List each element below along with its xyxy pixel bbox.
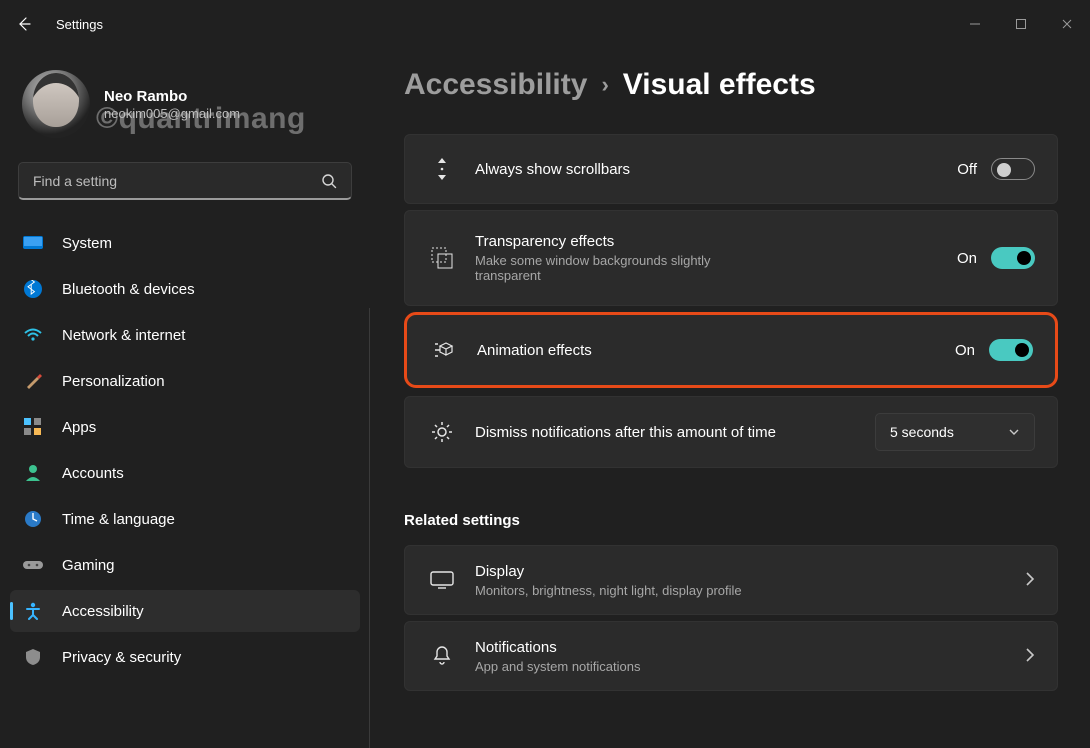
setting-title: Notifications: [475, 639, 1017, 656]
clock-globe-icon: [22, 510, 44, 528]
setting-subtitle: Make some window backgrounds slightly tr…: [475, 253, 775, 283]
person-icon: [22, 464, 44, 482]
brightness-icon: [425, 420, 459, 444]
bluetooth-icon: [22, 280, 44, 298]
setting-subtitle: Monitors, brightness, night light, displ…: [475, 583, 1017, 598]
gamepad-icon: [22, 558, 44, 572]
nav-time[interactable]: Time & language: [10, 498, 360, 540]
sidebar: Neo Rambo neokim005@gmail.com System Blu…: [0, 48, 370, 748]
search-icon: [321, 173, 337, 189]
chevron-right-icon: [1025, 571, 1035, 590]
nav-apps[interactable]: Apps: [10, 406, 360, 448]
monitor-icon: [22, 236, 44, 250]
scrollbars-toggle[interactable]: [991, 158, 1035, 180]
minimize-icon: [969, 18, 981, 30]
setting-transparency[interactable]: Transparency effects Make some window ba…: [404, 210, 1058, 306]
toggle-state: On: [957, 250, 977, 267]
setting-scrollbars[interactable]: Always show scrollbars Off: [404, 134, 1058, 204]
toggle-state: On: [955, 342, 975, 359]
accessibility-icon: [22, 602, 44, 620]
select-value: 5 seconds: [890, 424, 954, 440]
bell-icon: [425, 645, 459, 667]
nav-gaming[interactable]: Gaming: [10, 544, 360, 586]
toggle-state: Off: [957, 161, 977, 178]
transparency-icon: [425, 247, 459, 269]
setting-title: Animation effects: [477, 342, 955, 359]
maximize-button[interactable]: [998, 8, 1044, 40]
setting-title: Display: [475, 563, 1017, 580]
chevron-right-icon: ›: [601, 72, 608, 98]
chevron-down-icon: [1008, 426, 1020, 438]
scrollbar-icon: [425, 156, 459, 182]
animation-icon: [427, 340, 461, 360]
dismiss-time-select[interactable]: 5 seconds: [875, 413, 1035, 451]
setting-subtitle: App and system notifications: [475, 659, 1017, 674]
display-icon: [425, 571, 459, 589]
setting-title: Always show scrollbars: [475, 161, 957, 178]
avatar: [22, 70, 90, 138]
window-controls: [952, 8, 1090, 40]
profile[interactable]: Neo Rambo neokim005@gmail.com: [0, 60, 370, 162]
nav-network[interactable]: Network & internet: [10, 314, 360, 356]
close-button[interactable]: [1044, 8, 1090, 40]
app-title: Settings: [56, 17, 103, 32]
nav-accessibility[interactable]: Accessibility: [10, 590, 360, 632]
profile-email: neokim005@gmail.com: [104, 106, 240, 121]
nav-accounts[interactable]: Accounts: [10, 452, 360, 494]
setting-animation[interactable]: Animation effects On: [404, 312, 1058, 388]
nav-privacy[interactable]: Privacy & security: [10, 636, 360, 678]
search-box[interactable]: [18, 162, 352, 200]
nav-label: Privacy & security: [62, 649, 181, 666]
nav-label: Bluetooth & devices: [62, 281, 195, 298]
animation-toggle[interactable]: [989, 339, 1033, 361]
setting-title: Transparency effects: [475, 233, 957, 250]
titlebar: Settings: [0, 0, 1090, 48]
nav-personalization[interactable]: Personalization: [10, 360, 360, 402]
wifi-icon: [22, 328, 44, 342]
search-input[interactable]: [33, 173, 321, 189]
nav-label: Personalization: [62, 373, 165, 390]
nav-label: System: [62, 235, 112, 252]
breadcrumb-current: Visual effects: [623, 68, 816, 102]
close-icon: [1061, 18, 1073, 30]
nav-list: System Bluetooth & devices Network & int…: [0, 222, 370, 678]
breadcrumb: Accessibility › Visual effects: [404, 68, 1058, 102]
content-pane: Accessibility › Visual effects Always sh…: [370, 48, 1090, 748]
nav-label: Accounts: [62, 465, 124, 482]
related-notifications[interactable]: Notifications App and system notificatio…: [404, 621, 1058, 691]
breadcrumb-parent[interactable]: Accessibility: [404, 68, 587, 102]
related-display[interactable]: Display Monitors, brightness, night ligh…: [404, 545, 1058, 615]
paintbrush-icon: [22, 372, 44, 390]
nav-system[interactable]: System: [10, 222, 360, 264]
back-button[interactable]: [0, 0, 48, 48]
shield-icon: [22, 648, 44, 666]
nav-label: Apps: [62, 419, 96, 436]
nav-bluetooth[interactable]: Bluetooth & devices: [10, 268, 360, 310]
apps-icon: [22, 418, 44, 436]
nav-label: Time & language: [62, 511, 175, 528]
chevron-right-icon: [1025, 647, 1035, 666]
nav-label: Network & internet: [62, 327, 185, 344]
setting-dismiss-time[interactable]: Dismiss notifications after this amount …: [404, 396, 1058, 468]
transparency-toggle[interactable]: [991, 247, 1035, 269]
nav-label: Gaming: [62, 557, 115, 574]
related-heading: Related settings: [404, 512, 1058, 529]
maximize-icon: [1015, 18, 1027, 30]
arrow-left-icon: [16, 16, 32, 32]
nav-label: Accessibility: [62, 603, 144, 620]
profile-name: Neo Rambo: [104, 88, 240, 105]
setting-title: Dismiss notifications after this amount …: [475, 424, 875, 441]
minimize-button[interactable]: [952, 8, 998, 40]
